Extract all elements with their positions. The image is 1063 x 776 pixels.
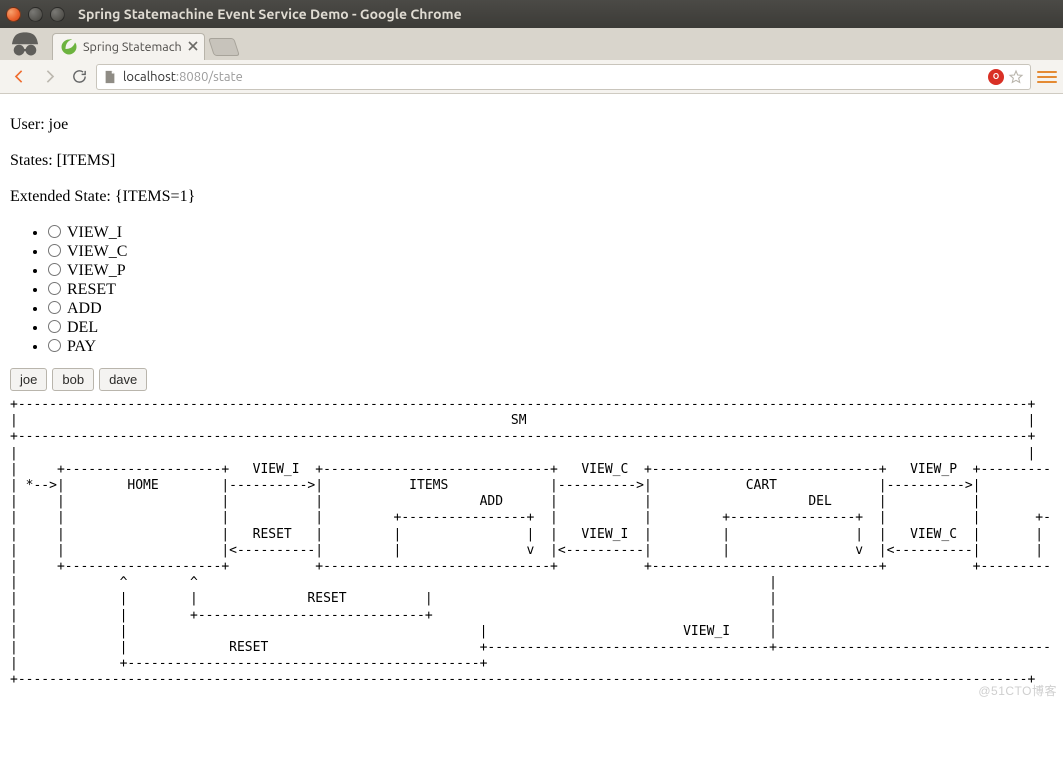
nav-reload-button[interactable] [66,64,92,90]
window-maximize-button[interactable] [50,7,65,22]
event-radio[interactable] [48,282,61,295]
browser-menu-button[interactable] [1037,67,1057,87]
bookmark-star-icon[interactable] [1008,69,1024,85]
window-close-button[interactable] [6,7,21,22]
user-line: User: joe [10,116,1053,134]
watermark: @51CTO博客 [978,682,1057,699]
event-radio[interactable] [48,301,61,314]
window-minimize-button[interactable] [28,7,43,22]
event-list: VIEW_I VIEW_C VIEW_P RESET ADD DEL PAY [10,224,1053,356]
browser-tab[interactable]: Spring Statemach [52,33,205,60]
omnibox-host: localhost [123,70,176,84]
list-item: RESET [48,281,1053,299]
event-radio[interactable] [48,263,61,276]
list-item: VIEW_P [48,262,1053,280]
nav-back-button[interactable] [6,64,32,90]
ascii-state-diagram: +---------------------------------------… [10,397,1053,689]
adblock-icon[interactable]: O [988,69,1004,85]
states-line: States: [ITEMS] [10,152,1053,170]
user-button-dave[interactable]: dave [99,368,147,391]
tab-label: Spring Statemach [83,40,182,54]
ext-state-line: Extended State: {ITEMS=1} [10,188,1053,206]
omnibox[interactable]: localhost:8080/state O [96,64,1031,90]
list-item: VIEW_C [48,243,1053,261]
event-radio[interactable] [48,225,61,238]
list-item: DEL [48,319,1053,337]
window-title: Spring Statemachine Event Service Demo -… [78,6,462,22]
site-page-icon [103,70,117,84]
user-button-row: joe bob dave [10,368,1053,391]
list-item: PAY [48,338,1053,356]
nav-forward-button [36,64,62,90]
page-content: User: joe States: [ITEMS] Extended State… [0,94,1063,701]
event-radio[interactable] [48,339,61,352]
user-button-bob[interactable]: bob [52,368,94,391]
omnibox-path: :8080/state [176,70,243,84]
incognito-icon [4,24,46,62]
event-radio[interactable] [48,320,61,333]
new-tab-button[interactable] [208,38,240,56]
window-titlebar: Spring Statemachine Event Service Demo -… [0,0,1063,28]
event-radio[interactable] [48,244,61,257]
browser-toolbar: localhost:8080/state O [0,60,1063,94]
tab-strip: Spring Statemach [0,28,1063,60]
user-button-joe[interactable]: joe [10,368,47,391]
list-item: VIEW_I [48,224,1053,242]
list-item: ADD [48,300,1053,318]
tab-close-icon[interactable] [187,40,199,52]
spring-favicon-icon [61,39,77,55]
